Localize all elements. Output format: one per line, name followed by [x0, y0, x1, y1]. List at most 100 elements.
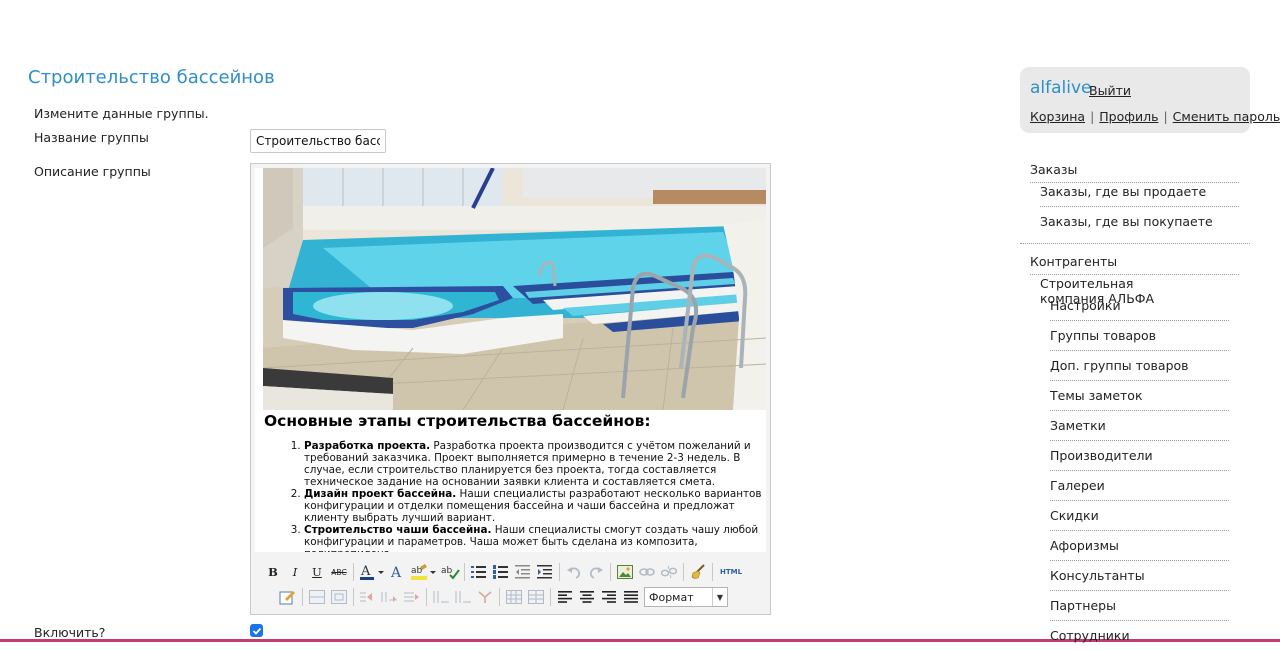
delete-column-button[interactable]	[401, 586, 423, 608]
align-left-button[interactable]	[554, 586, 576, 608]
insert-table-button[interactable]	[503, 586, 525, 608]
nav-item-discounts[interactable]: Скидки	[1050, 508, 1229, 531]
toolbar-separator	[499, 588, 500, 606]
table-cell-props-button[interactable]	[525, 586, 547, 608]
profile-link[interactable]: Профиль	[1099, 109, 1158, 124]
intro-text: Измените данные группы.	[34, 106, 209, 121]
redo-button[interactable]	[585, 561, 607, 583]
pool-photo	[263, 168, 766, 410]
outdent-icon	[515, 565, 530, 579]
spellcheck-icon: ab	[441, 566, 460, 580]
nav-item-extra-product-groups[interactable]: Доп. группы товаров	[1050, 358, 1229, 381]
nav-item-orders-buy[interactable]: Заказы, где вы покупаете	[1040, 214, 1239, 236]
nav-item-employees[interactable]: Сотрудники	[1050, 628, 1229, 650]
split-icon	[478, 591, 492, 603]
editor-content-area[interactable]: Основные этапы строительства бассейнов: …	[255, 168, 766, 552]
nav-section-orders[interactable]: Заказы	[1030, 162, 1239, 183]
user-panel: alfalive Выйти Корзина | Профиль | Сменить п…	[1020, 67, 1280, 133]
nav-item-galleries[interactable]: Галереи	[1050, 478, 1229, 501]
group-description-label: Описание группы	[34, 164, 151, 179]
toolbar-separator	[712, 563, 713, 581]
table-props-button[interactable]	[474, 586, 496, 608]
logout-link[interactable]: Выйти	[1089, 83, 1131, 98]
change-password-link[interactable]: Сменить пароль	[1173, 109, 1280, 124]
split-cells-icon	[381, 592, 397, 602]
nav-item-manufacturers[interactable]: Производители	[1050, 448, 1229, 471]
numbered-list-button[interactable]	[490, 561, 512, 583]
enable-checkbox[interactable]	[250, 624, 263, 637]
toolbar-separator	[302, 588, 303, 606]
text-color-button[interactable]: A	[357, 561, 387, 583]
align-justify-icon	[624, 591, 638, 603]
font-size-button[interactable]: A	[387, 561, 409, 583]
format-select[interactable]: Формат ▼	[644, 587, 728, 607]
toolbar-separator	[426, 588, 427, 606]
strikethrough-button[interactable]: ABC	[328, 561, 350, 583]
svg-text:A: A	[360, 564, 371, 579]
step-title: Разработка проекта.	[304, 440, 431, 452]
merge-cells-button[interactable]	[357, 586, 379, 608]
highlight-color-button[interactable]: ab	[409, 561, 439, 583]
nav-item-product-groups[interactable]: Группы товаров	[1050, 328, 1229, 351]
insert-row-after-button[interactable]	[328, 586, 350, 608]
bullet-list-button[interactable]	[468, 561, 490, 583]
bold-button[interactable]: B	[262, 561, 284, 583]
nav-item-notes[interactable]: Заметки	[1050, 418, 1229, 441]
description-editor[interactable]: Основные этапы строительства бассейнов: …	[250, 163, 771, 615]
list-item: Дизайн проект бассейна. Наши специалисты…	[304, 488, 764, 524]
insert-link-button[interactable]	[636, 561, 658, 583]
delete-column-icon	[404, 592, 419, 602]
insert-col-before-button[interactable]	[430, 586, 452, 608]
image-icon	[617, 565, 633, 579]
italic-button[interactable]: I	[284, 561, 306, 583]
align-right-button[interactable]	[598, 586, 620, 608]
steps-list: Разработка проекта. Разработка проекта п…	[264, 440, 764, 552]
merge-cells-icon	[360, 592, 372, 602]
undo-button[interactable]	[563, 561, 585, 583]
align-center-button[interactable]	[576, 586, 598, 608]
toolbar-row-1: B I U ABC A A ab ab HTML	[262, 560, 746, 584]
text-color-icon: A	[360, 564, 384, 580]
toolbar-row-2: Формат ▼	[277, 585, 728, 609]
column-icon	[455, 591, 471, 603]
nav-item-aphorisms[interactable]: Афоризмы	[1050, 538, 1229, 561]
undo-icon	[567, 567, 581, 579]
align-left-icon	[558, 591, 572, 603]
outdent-button[interactable]	[512, 561, 534, 583]
edit-icon	[279, 591, 295, 605]
nav-item-orders-sell[interactable]: Заказы, где вы продаете	[1040, 184, 1239, 207]
html-source-button[interactable]: HTML	[716, 561, 746, 583]
numbered-list-icon	[493, 565, 508, 579]
insert-col-after-button[interactable]	[452, 586, 474, 608]
insert-row-before-button[interactable]	[306, 586, 328, 608]
nav-item-note-topics[interactable]: Темы заметок	[1050, 388, 1229, 411]
table-row-icon	[309, 590, 325, 604]
spellcheck-button[interactable]: ab	[439, 561, 461, 583]
checkmark-icon	[252, 627, 261, 635]
username: alfalive	[1030, 78, 1092, 98]
separator: |	[1090, 109, 1095, 124]
indent-button[interactable]	[534, 561, 556, 583]
insert-image-button[interactable]	[614, 561, 636, 583]
nav-section-contractors[interactable]: Контрагенты	[1030, 254, 1239, 275]
nav-divider	[1020, 243, 1250, 244]
unlink-button[interactable]	[658, 561, 680, 583]
bullet-list-icon	[471, 566, 486, 578]
visual-aid-button[interactable]	[277, 586, 299, 608]
table-icon	[528, 590, 544, 604]
cleanup-button[interactable]	[687, 561, 709, 583]
toolbar-separator	[683, 563, 684, 581]
group-name-input[interactable]	[250, 129, 386, 153]
cart-link[interactable]: Корзина	[1030, 109, 1085, 124]
nav-item-company[interactable]: Строительная компания АЛЬФА	[1040, 276, 1199, 306]
content-heading: Основные этапы строительства бассейнов:	[264, 412, 651, 430]
split-cells-button[interactable]	[379, 586, 401, 608]
nav-item-partners[interactable]: Партнеры	[1050, 598, 1229, 621]
unlink-icon	[661, 565, 677, 579]
nav-item-settings[interactable]: Настройки	[1050, 298, 1229, 321]
underline-button[interactable]: U	[306, 561, 328, 583]
align-justify-button[interactable]	[620, 586, 642, 608]
nav-item-consultants[interactable]: Консультанты	[1050, 568, 1229, 591]
page-title: Строительство бассейнов	[28, 67, 275, 88]
toolbar-separator	[353, 563, 354, 581]
